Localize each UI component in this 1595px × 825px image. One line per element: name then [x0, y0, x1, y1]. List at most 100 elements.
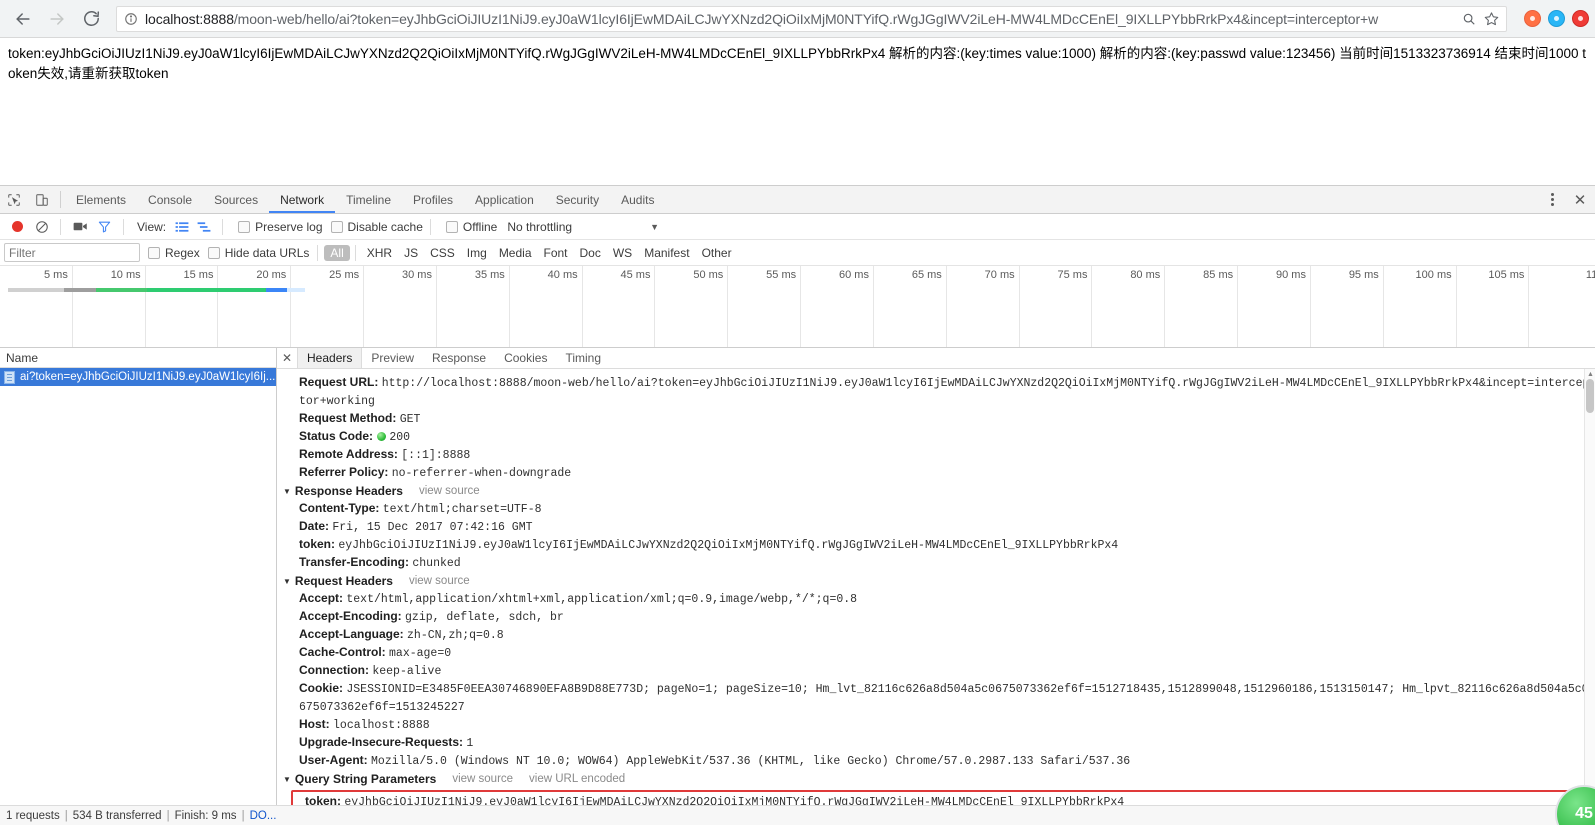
tab-profiles[interactable]: Profiles [402, 186, 464, 213]
disable-cache-checkbox[interactable]: Disable cache [330, 219, 423, 234]
overview-bar-segment [63, 288, 96, 292]
filter-type-img[interactable]: Img [461, 245, 493, 261]
extension-red-icon[interactable] [1572, 10, 1589, 27]
view-source-link[interactable]: view source [409, 573, 470, 590]
forward-button[interactable] [40, 2, 74, 36]
query-param-token: token: eyJhbGciOiJIUzI1NiJ9.eyJ0aW1lcyI6… [299, 793, 1587, 805]
star-icon[interactable] [1480, 8, 1502, 30]
header-transfer-encoding: Transfer-Encoding: chunked [277, 554, 1595, 572]
column-header-name: Name [6, 350, 39, 365]
tab-network[interactable]: Network [269, 186, 335, 213]
device-toolbar-icon[interactable] [28, 186, 56, 213]
tab-security[interactable]: Security [545, 186, 610, 213]
network-toolbar: View: Preserve log Disable cache Offline… [0, 214, 1595, 240]
search-icon[interactable] [1458, 8, 1480, 30]
response-headers-title[interactable]: ▼ Response Headers view source [277, 483, 1595, 500]
request-headers-title[interactable]: ▼ Request Headers view source [277, 573, 1595, 590]
tab-label: Profiles [413, 192, 454, 207]
scrollbar-thumb[interactable] [1586, 379, 1594, 413]
filter-input[interactable] [4, 243, 140, 262]
offline-label: Offline [462, 219, 498, 234]
tab-response[interactable]: Response [423, 348, 495, 368]
filter-type-all[interactable]: All [324, 244, 350, 261]
filter-type-media[interactable]: Media [493, 245, 538, 261]
tab-timing[interactable]: Timing [556, 348, 610, 368]
close-icon[interactable]: ✕ [1565, 191, 1595, 209]
filter-type-other[interactable]: Other [696, 245, 738, 261]
waterfall-view-icon[interactable] [193, 221, 215, 233]
view-source-link[interactable]: view source [419, 483, 480, 500]
list-view-icon[interactable] [171, 221, 193, 233]
reload-button[interactable] [74, 2, 108, 36]
extension-icons [1517, 10, 1595, 27]
tab-application[interactable]: Application [464, 186, 545, 213]
overview-bar [0, 288, 1595, 292]
back-button[interactable] [6, 2, 40, 36]
throttling-select[interactable]: No throttling [507, 220, 572, 234]
overview-bar-segment [95, 288, 147, 292]
filter-type-js[interactable]: JS [398, 245, 424, 261]
close-icon[interactable]: ✕ [277, 348, 297, 368]
devtools-panel: Elements Console Sources Network Timelin… [0, 185, 1595, 825]
offline-checkbox[interactable]: Offline [445, 219, 498, 234]
query-string-title[interactable]: ▼ Query String Parameters view source vi… [277, 771, 1595, 788]
requests-count: 1 requests [6, 809, 60, 822]
detail-tabbar: ✕ Headers Preview Response Cookies Timin… [277, 348, 1595, 369]
dom-content-loaded: DO... [249, 809, 277, 822]
checkbox-box [238, 220, 251, 233]
tab-label: Timeline [346, 192, 392, 207]
table-row[interactable]: ai?token=eyJhbGciOiJIUzI1NiJ9.eyJ0aW1lcy… [0, 368, 276, 386]
field-value: keep-alive [372, 665, 442, 678]
view-source-link[interactable]: view source [452, 771, 513, 788]
inspect-element-icon[interactable] [0, 186, 28, 213]
divider [123, 218, 124, 235]
separator: | [64, 809, 68, 822]
tab-sources[interactable]: Sources [203, 186, 269, 213]
tab-label: Response [432, 351, 487, 365]
tab-timeline[interactable]: Timeline [335, 186, 402, 213]
disable-cache-label: Disable cache [347, 219, 423, 234]
clear-icon[interactable] [31, 220, 53, 234]
divider [429, 218, 431, 235]
filter-type-ws[interactable]: WS [607, 245, 638, 261]
page-content: token:eyJhbGciOiJIUzI1NiJ9.eyJ0aW1lcyI6I… [0, 38, 1595, 185]
filter-type-xhr[interactable]: XHR [361, 245, 398, 261]
record-button[interactable] [12, 221, 23, 232]
filter-type-css[interactable]: CSS [424, 245, 461, 261]
capture-screenshots-icon[interactable] [68, 220, 92, 233]
extension-orange-icon[interactable] [1524, 10, 1541, 27]
tab-console[interactable]: Console [137, 186, 203, 213]
tab-headers[interactable]: Headers [297, 348, 363, 368]
scroll-up-arrow-icon[interactable]: ▲ [1587, 371, 1594, 378]
triangle-down-icon: ▼ [283, 577, 291, 586]
network-overview-timeline[interactable]: 5 ms 10 ms 15 ms 20 ms 25 ms 30 ms 35 ms 40 ms 4… [0, 266, 1595, 348]
filter-type-doc[interactable]: Doc [574, 245, 607, 261]
view-url-encoded-link[interactable]: view URL encoded [529, 771, 625, 788]
filter-icon[interactable] [92, 220, 116, 233]
filter-type-manifest[interactable]: Manifest [638, 245, 695, 261]
regex-checkbox[interactable]: Regex [148, 246, 200, 260]
header-content-type: Content-Type: text/html;charset=UTF-8 [277, 500, 1595, 518]
section-label: Response Headers [294, 484, 403, 498]
extension-blue-icon[interactable] [1548, 10, 1565, 27]
field-key: Accept: [299, 591, 344, 605]
tab-preview[interactable]: Preview [362, 348, 423, 368]
filter-type-font[interactable]: Font [538, 245, 574, 261]
field-value: text/html,application/xhtml+xml,applicat… [346, 593, 858, 606]
field-value: max-age=0 [389, 647, 452, 660]
triangle-down-icon: ▼ [283, 775, 291, 784]
tab-cookies[interactable]: Cookies [495, 348, 556, 368]
detail-scrollbar[interactable]: ▲ ▼ [1584, 369, 1595, 805]
field-key: Host: [299, 717, 330, 731]
tab-elements[interactable]: Elements [65, 186, 137, 213]
kebab-menu-icon[interactable] [1539, 193, 1565, 206]
tab-label: Timing [565, 351, 602, 365]
request-list-header[interactable]: Name [0, 348, 276, 368]
address-bar[interactable]: localhost:8888/moon-web/hello/ai?token=e… [116, 5, 1507, 32]
hide-data-urls-checkbox[interactable]: Hide data URLs [207, 246, 309, 260]
tab-audits[interactable]: Audits [610, 186, 665, 213]
info-circle-icon[interactable] [121, 9, 141, 29]
section-label: Request Headers [294, 574, 393, 588]
preserve-log-checkbox[interactable]: Preserve log [238, 220, 323, 234]
chevron-down-icon[interactable]: ▼ [650, 222, 659, 232]
